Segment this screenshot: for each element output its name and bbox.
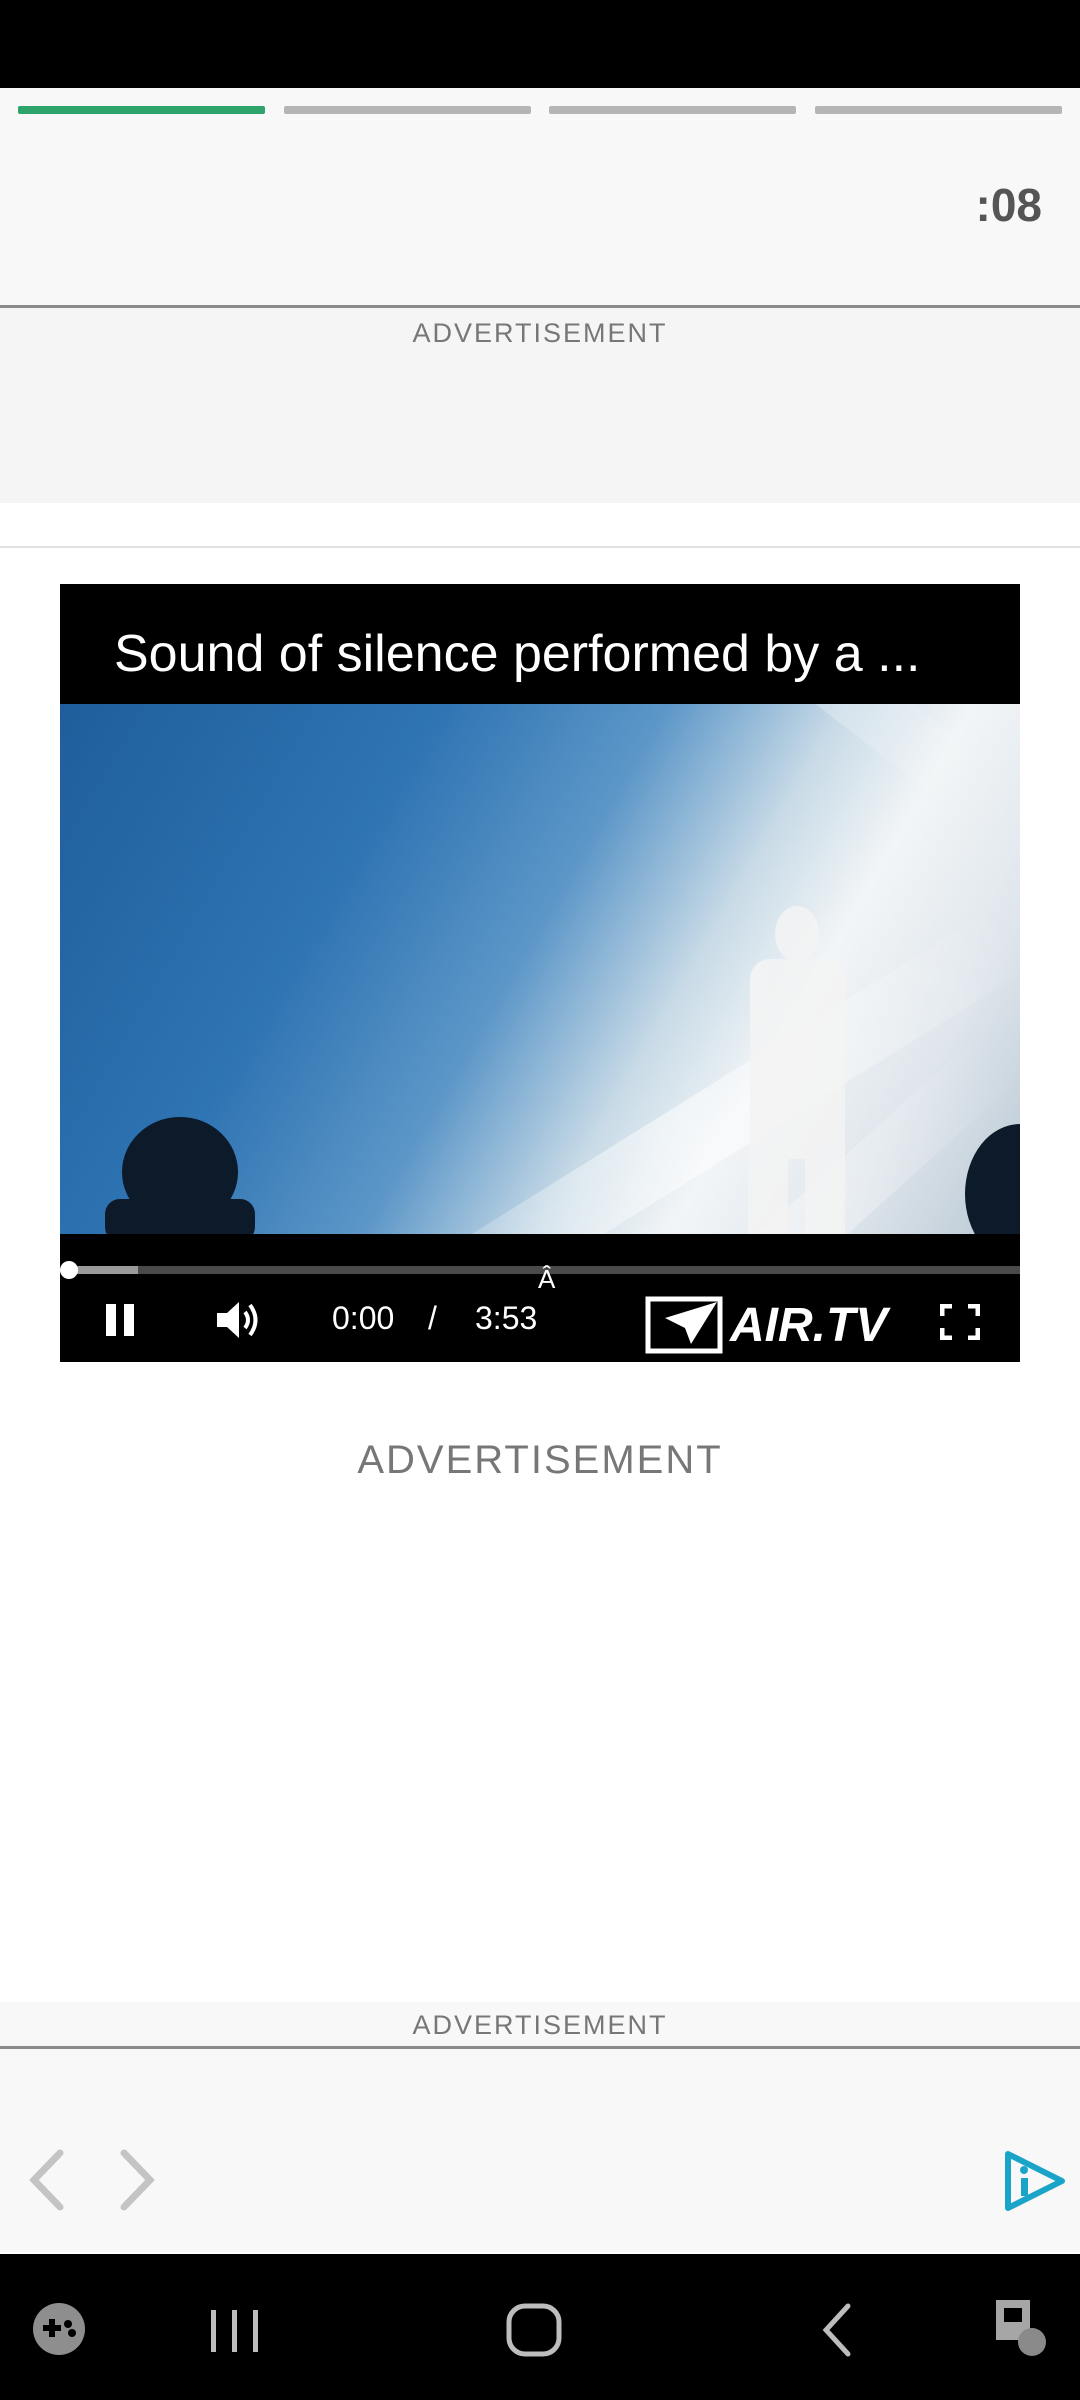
duration: 3:53 xyxy=(475,1300,538,1336)
progress-segment-4 xyxy=(815,106,1062,114)
ad-slot-top[interactable]: ADVERTISEMENT xyxy=(0,308,1080,503)
volume-icon[interactable] xyxy=(215,1298,265,1342)
info-play-icon[interactable] xyxy=(1002,2150,1068,2212)
airtv-logo[interactable]: AIR.TV xyxy=(645,1296,888,1356)
ad-slot-middle[interactable]: ADVERTISEMENT xyxy=(0,1438,1080,2038)
home-icon[interactable] xyxy=(505,2302,565,2358)
chevron-right-icon[interactable] xyxy=(116,2147,160,2213)
recent-apps-icon[interactable] xyxy=(205,2306,265,2356)
ad-label-bottom: ADVERTISEMENT xyxy=(412,2010,668,2040)
pause-icon[interactable] xyxy=(104,1302,138,1338)
section-divider xyxy=(0,546,1080,548)
progress-segment-2 xyxy=(284,106,531,114)
status-bar xyxy=(0,0,1080,88)
ad-divider xyxy=(0,2046,1080,2049)
fullscreen-icon[interactable] xyxy=(940,1304,980,1340)
brand-name: AIR.TV xyxy=(730,1299,888,1352)
accessibility-icon[interactable] xyxy=(992,2296,1050,2358)
ad-label-middle: ADVERTISEMENT xyxy=(357,1438,723,1482)
current-time: 0:00 xyxy=(332,1300,395,1336)
scrubber-handle[interactable] xyxy=(60,1261,78,1279)
back-icon[interactable] xyxy=(818,2302,858,2358)
story-header: :08 xyxy=(0,88,1080,306)
video-player[interactable]: Sound of silence performed by a ... 0:00… xyxy=(60,584,1020,1362)
progress-segment-3 xyxy=(549,106,796,114)
ad-label-top: ADVERTISEMENT xyxy=(412,318,668,348)
system-navigation-bar xyxy=(0,2254,1080,2400)
performer-silhouette xyxy=(60,906,1020,1242)
chevron-left-icon[interactable] xyxy=(24,2147,68,2213)
ad-slot-bottom[interactable]: ADVERTISEMENT xyxy=(0,2002,1080,2252)
progress-segment-1 xyxy=(18,106,265,114)
video-controls: 0:00 / 3:53 Â AIR.TV xyxy=(60,1264,1020,1362)
stray-character: Â xyxy=(538,1264,556,1294)
countdown-timer: :08 xyxy=(975,179,1042,231)
game-launcher-icon[interactable] xyxy=(32,2302,86,2356)
video-title[interactable]: Sound of silence performed by a ... xyxy=(114,624,920,684)
time-separator: / xyxy=(428,1300,437,1336)
paper-plane-icon xyxy=(645,1296,723,1354)
video-frame[interactable] xyxy=(60,704,1020,1242)
